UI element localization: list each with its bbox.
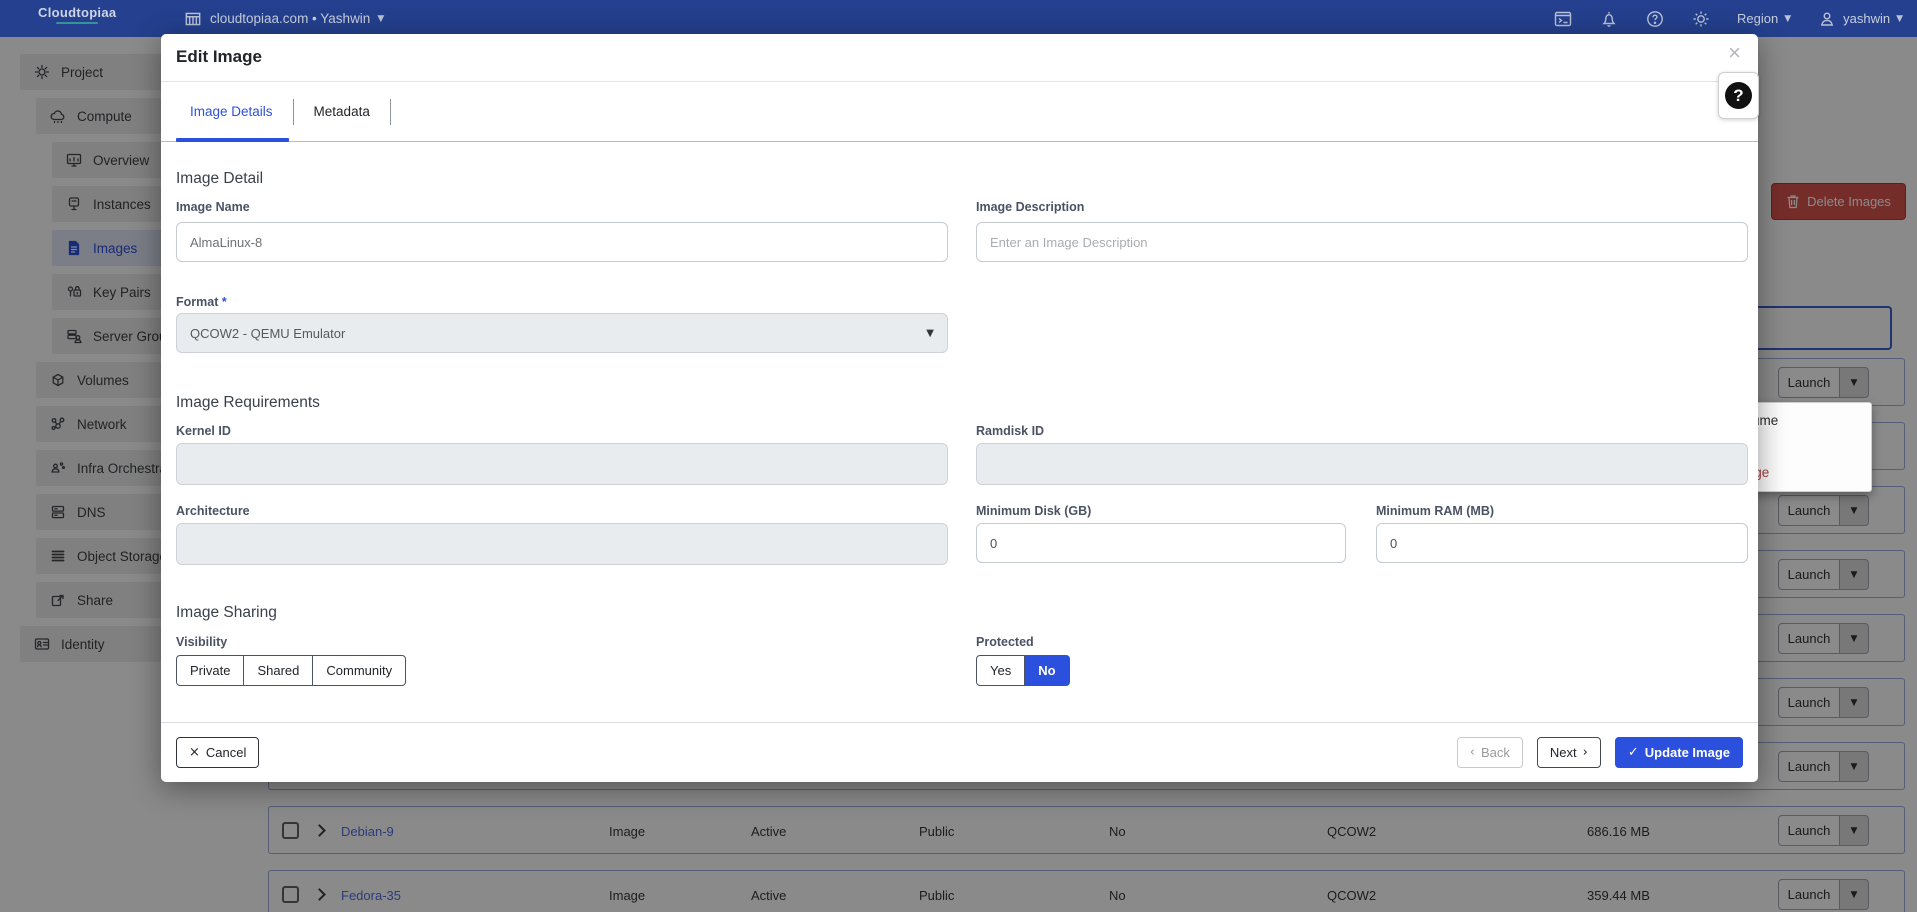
- protected-button-group: Yes No: [976, 655, 1070, 686]
- section-heading-image-requirements: Image Requirements: [176, 394, 320, 412]
- architecture-label: Architecture: [176, 504, 250, 518]
- image-description-label: Image Description: [976, 200, 1084, 214]
- modal-help-button[interactable]: ?: [1718, 72, 1759, 119]
- context-label: cloudtopiaa.com • Yashwin: [210, 11, 370, 26]
- ramdisk-id-label: Ramdisk ID: [976, 424, 1044, 438]
- notifications-bell-icon[interactable]: [1599, 9, 1619, 29]
- chevron-down-icon: ▼: [377, 14, 384, 24]
- brand-name: Cloudtopiaa: [38, 5, 116, 20]
- x-icon: ×: [189, 745, 200, 760]
- modal-tabs: Image Details Metadata: [161, 82, 1758, 142]
- minimum-disk-label: Minimum Disk (GB): [976, 504, 1091, 518]
- chevron-left-icon: ‹: [1470, 745, 1475, 760]
- tab-image-details[interactable]: Image Details: [176, 104, 287, 119]
- user-menu[interactable]: yashwin ▼: [1817, 9, 1903, 29]
- section-heading-image-sharing: Image Sharing: [176, 604, 277, 622]
- chevron-down-icon: ▼: [1896, 14, 1903, 24]
- modal-body: Image Detail Image Name Image Descriptio…: [161, 142, 1758, 722]
- user-label: yashwin: [1843, 11, 1890, 26]
- protected-yes-button[interactable]: Yes: [976, 655, 1025, 686]
- region-label: Region: [1737, 11, 1778, 26]
- minimum-ram-input[interactable]: [1376, 523, 1748, 563]
- chevron-down-icon: ▼: [1784, 14, 1791, 24]
- back-button[interactable]: ‹ Back: [1457, 737, 1523, 768]
- modal-header: Edit Image ×: [161, 34, 1758, 82]
- chevron-right-icon: ›: [1583, 745, 1588, 760]
- minimum-disk-input[interactable]: [976, 523, 1346, 563]
- domain-icon: [183, 9, 203, 29]
- close-icon[interactable]: ×: [1728, 42, 1741, 64]
- visibility-label: Visibility: [176, 635, 227, 649]
- visibility-private-button[interactable]: Private: [176, 655, 244, 686]
- section-heading-image-detail: Image Detail: [176, 170, 263, 188]
- kernel-id-input: [176, 443, 948, 485]
- visibility-shared-button[interactable]: Shared: [244, 655, 313, 686]
- protected-label: Protected: [976, 635, 1034, 649]
- required-asterisk: *: [222, 295, 227, 309]
- visibility-community-button[interactable]: Community: [313, 655, 406, 686]
- settings-gear-icon[interactable]: [1691, 9, 1711, 29]
- user-icon: [1817, 9, 1837, 29]
- help-circle-icon[interactable]: [1645, 9, 1665, 29]
- image-name-input[interactable]: [176, 222, 948, 262]
- navbar-right: Region ▼ yashwin ▼: [1553, 0, 1903, 37]
- protected-no-button[interactable]: No: [1025, 655, 1069, 686]
- terminal-icon[interactable]: [1553, 9, 1573, 29]
- region-menu[interactable]: Region ▼: [1737, 11, 1791, 26]
- select-chevron-icon: ▼: [926, 328, 934, 339]
- brand-tagline-mark: [56, 22, 98, 24]
- question-mark-icon: ?: [1725, 82, 1752, 109]
- image-name-label: Image Name: [176, 200, 250, 214]
- architecture-input: [176, 523, 948, 565]
- screen: Cloudtopiaa cloudtopiaa.com • Yashwin ▼: [0, 0, 1917, 912]
- visibility-button-group: Private Shared Community: [176, 655, 406, 686]
- check-icon: ✓: [1628, 745, 1639, 760]
- format-select[interactable]: QCOW2 - QEMU Emulator ▼: [176, 313, 948, 353]
- tab-divider: [390, 99, 391, 125]
- update-image-button[interactable]: ✓ Update Image: [1615, 737, 1743, 768]
- ramdisk-id-input: [976, 443, 1748, 485]
- cancel-button[interactable]: × Cancel: [176, 737, 259, 768]
- kernel-id-label: Kernel ID: [176, 424, 231, 438]
- minimum-ram-label: Minimum RAM (MB): [1376, 504, 1494, 518]
- format-label: Format *: [176, 295, 227, 309]
- next-button[interactable]: Next ›: [1537, 737, 1601, 768]
- project-context-switcher[interactable]: cloudtopiaa.com • Yashwin ▼: [183, 0, 384, 37]
- edit-image-modal: Edit Image × ? Image Details Metadata Im…: [161, 34, 1758, 782]
- top-navbar: Cloudtopiaa cloudtopiaa.com • Yashwin ▼: [0, 0, 1917, 37]
- brand-logo[interactable]: Cloudtopiaa: [38, 5, 116, 24]
- image-description-input[interactable]: [976, 222, 1748, 262]
- modal-title: Edit Image: [176, 47, 262, 67]
- tab-divider: [293, 99, 294, 125]
- format-selected-value: QCOW2 - QEMU Emulator: [190, 326, 345, 341]
- tab-metadata[interactable]: Metadata: [300, 104, 384, 119]
- modal-footer: × Cancel ‹ Back Next › ✓ Update Image: [161, 722, 1758, 782]
